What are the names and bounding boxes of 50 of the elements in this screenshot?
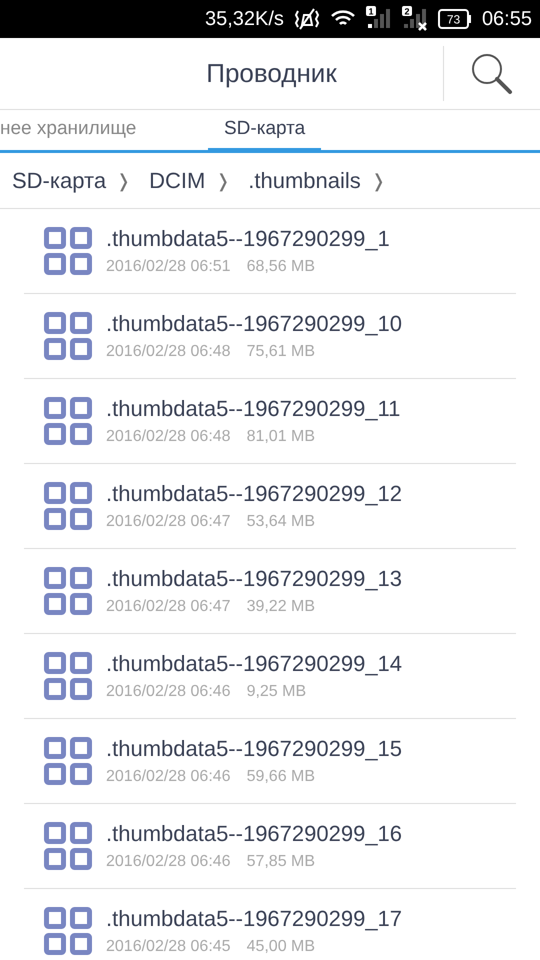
file-size: 59,66 MB <box>246 768 316 786</box>
grid-file-icon <box>44 907 92 955</box>
grid-file-icon <box>44 312 92 360</box>
file-name[interactable]: .thumbdata5--1967290299_12 <box>106 481 402 507</box>
file-size: 68,56 MB <box>246 258 316 276</box>
breadcrumb-item[interactable]: DCIM <box>149 168 206 194</box>
file-name[interactable]: .thumbdata5--1967290299_11 <box>106 396 400 422</box>
file-size: 9,25 MB <box>246 683 306 701</box>
grid-file-icon <box>44 397 92 445</box>
file-date: 2016/02/28 06:46 <box>106 768 231 786</box>
file-date: 2016/02/28 06:47 <box>106 513 231 531</box>
file-size: 81,01 MB <box>246 428 316 446</box>
tab[interactable]: SD-карта <box>208 110 322 150</box>
file-name[interactable]: .thumbdata5--1967290299_13 <box>106 566 402 592</box>
file-size: 75,61 MB <box>246 343 316 361</box>
file-name[interactable]: .thumbdata5--1967290299_17 <box>106 906 402 932</box>
file-date: 2016/02/28 06:51 <box>106 258 231 276</box>
file-name[interactable]: .thumbdata5--1967290299_1 <box>106 226 390 252</box>
file-date: 2016/02/28 06:45 <box>106 938 231 956</box>
file-name[interactable]: .thumbdata5--1967290299_10 <box>106 311 402 337</box>
file-date: 2016/02/28 06:46 <box>106 853 231 871</box>
grid-file-icon <box>44 737 92 785</box>
grid-file-icon <box>44 567 92 615</box>
file-size: 53,64 MB <box>246 513 316 531</box>
file-date: 2016/02/28 06:48 <box>106 343 231 361</box>
grid-file-icon <box>44 482 92 530</box>
file-date: 2016/02/28 06:47 <box>106 598 231 616</box>
file-name[interactable]: .thumbdata5--1967290299_14 <box>106 651 402 677</box>
file-date: 2016/02/28 06:48 <box>106 428 231 446</box>
grid-file-icon <box>44 227 92 275</box>
vibrate-off-icon <box>294 7 320 31</box>
app-title: Проводник <box>205 58 338 89</box>
file-name[interactable]: .thumbdata5--1967290299_16 <box>106 821 402 847</box>
chevron-icon: ❭ <box>215 170 230 192</box>
file-size: 57,85 MB <box>246 853 316 871</box>
file-size: 39,22 MB <box>246 598 316 616</box>
network-speed: 35,32K/s <box>204 8 284 30</box>
chevron-icon: ❭ <box>116 170 132 192</box>
breadcrumb-item[interactable]: .thumbnails <box>248 168 361 194</box>
file-name[interactable]: .thumbdata5--1967290299_15 <box>106 736 402 762</box>
tab[interactable]: нее хранилище <box>0 110 208 150</box>
grid-file-icon <box>44 822 92 870</box>
file-size: 45,00 MB <box>246 938 316 956</box>
battery-icon: 73 <box>438 9 472 29</box>
grid-file-icon <box>44 652 92 700</box>
chevron-icon: ❭ <box>370 170 386 192</box>
clock: 06:55 <box>482 8 532 30</box>
search-icon <box>470 52 514 96</box>
file-date: 2016/02/28 06:46 <box>106 683 231 701</box>
breadcrumb-item[interactable]: SD-карта <box>12 168 106 194</box>
